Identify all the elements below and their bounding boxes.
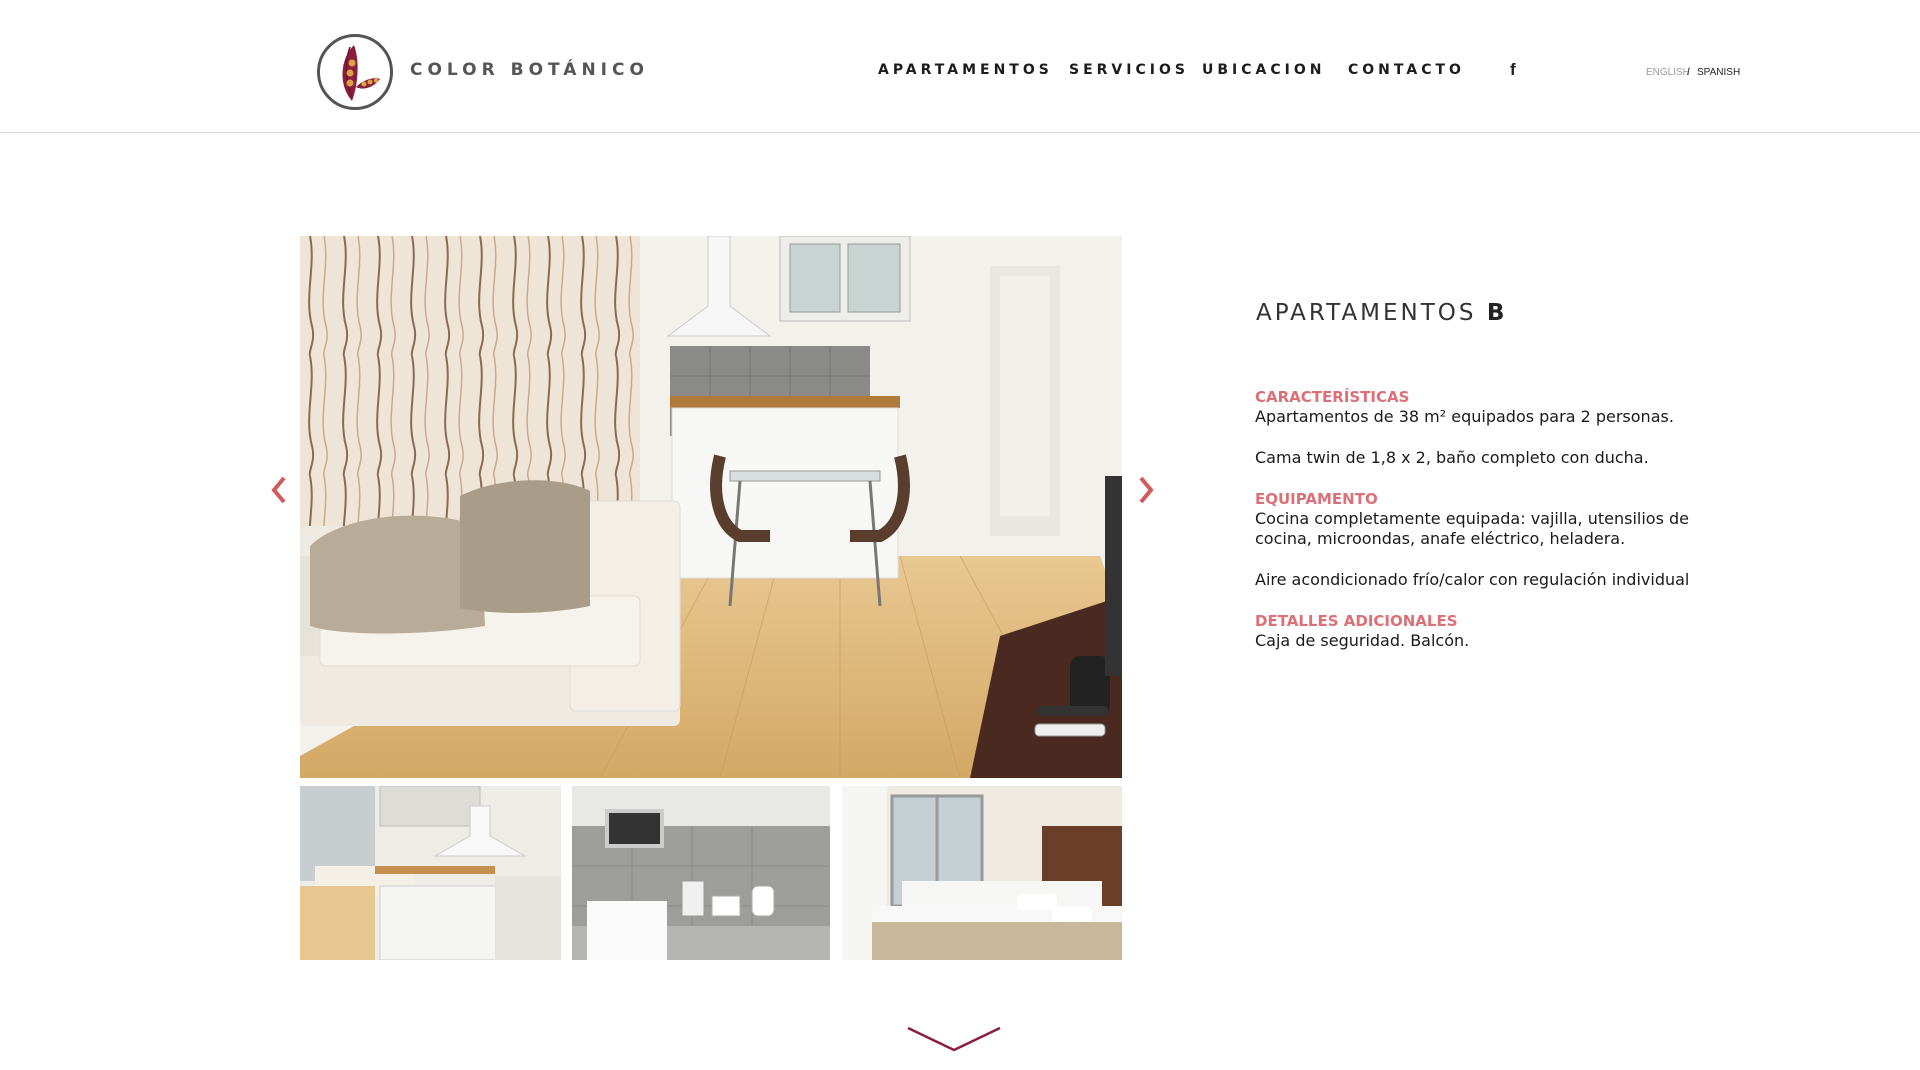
equipamento-text-1b: cocina, microondas, anafe eléctrico, hel… [1255, 529, 1626, 548]
chevron-left-icon[interactable] [266, 470, 292, 510]
lang-separator: / [1687, 67, 1690, 78]
main-gallery-photo [300, 236, 1122, 778]
gallery-thumbnail[interactable] [300, 786, 561, 960]
nav-servicios[interactable]: SERVICIOS [1069, 62, 1189, 78]
title-light: APARTAMENTOS [1256, 300, 1477, 326]
caracteristicas-heading: CARACTERÍSTICAS [1255, 388, 1410, 406]
chevron-right-icon[interactable] [1133, 470, 1159, 510]
equipamento-text-2: Aire acondicionado frío/calor con regula… [1255, 570, 1690, 589]
logo[interactable] [317, 34, 393, 110]
gallery-thumbnail[interactable] [842, 786, 1122, 960]
site-header: COLOR BOTÁNICO APARTAMENTOS SERVICIOS UB… [0, 0, 1920, 133]
page-title: APARTAMENTOS B [1256, 300, 1507, 326]
equipamento-text-1a: Cocina completamente equipada: vajilla, … [1255, 509, 1689, 528]
detalles-text-1: Caja de seguridad. Balcón. [1255, 631, 1470, 650]
title-bold: B [1486, 300, 1508, 326]
gallery-thumbnail[interactable] [572, 786, 830, 960]
facebook-icon[interactable]: f [1510, 60, 1516, 80]
nav-contacto[interactable]: CONTACTO [1348, 62, 1465, 78]
chevron-down-icon[interactable] [906, 1024, 1002, 1058]
caracteristicas-text-1: Apartamentos de 38 m² equipados para 2 p… [1255, 407, 1674, 426]
caracteristicas-text-2: Cama twin de 1,8 x 2, baño completo con … [1255, 448, 1649, 467]
equipamento-heading: EQUIPAMENTO [1255, 490, 1378, 508]
lang-english[interactable]: ENGLISH [1646, 67, 1690, 78]
detalles-heading: DETALLES ADICIONALES [1255, 612, 1458, 630]
botanical-seed-logo-icon [342, 45, 380, 101]
lang-spanish[interactable]: SPANISH [1697, 67, 1740, 78]
nav-ubicacion[interactable]: UBICACION [1202, 62, 1325, 78]
brand-name[interactable]: COLOR BOTÁNICO [410, 60, 649, 80]
nav-apartamentos[interactable]: APARTAMENTOS [878, 62, 1053, 78]
